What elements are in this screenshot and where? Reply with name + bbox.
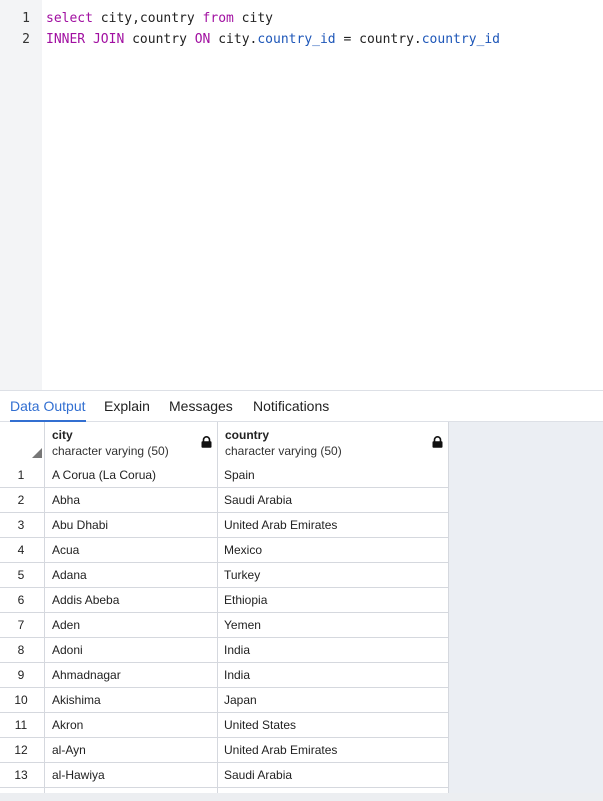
table-row[interactable]: 6 Addis Abeba Ethiopia	[0, 588, 449, 613]
tab-explain[interactable]: Explain	[104, 391, 150, 422]
column-name: city	[52, 428, 73, 442]
cell-country[interactable]: Spain	[218, 463, 449, 488]
cell-city[interactable]: Acua	[45, 538, 218, 563]
cell-city[interactable]: al-Hawiya	[45, 763, 218, 788]
cell-city[interactable]: Akishima	[45, 688, 218, 713]
cell-city[interactable]: Akron	[45, 713, 218, 738]
line-number: 1	[22, 11, 30, 26]
tab-messages[interactable]: Messages	[169, 391, 233, 422]
table-row[interactable]: 7 Aden Yemen	[0, 613, 449, 638]
table-row[interactable]: 2 Abha Saudi Arabia	[0, 488, 449, 513]
lock-icon	[201, 436, 212, 448]
table-row[interactable]: 1A Corua (La Corua) Spain	[0, 463, 449, 488]
table-row[interactable]: 13 al-Hawiya Saudi Arabia	[0, 763, 449, 788]
table-row[interactable]: 9 Ahmadnagar India	[0, 663, 449, 688]
row-number[interactable]: 4	[0, 538, 45, 563]
lock-icon	[432, 436, 443, 448]
cell-city[interactable]: al-Ayn	[45, 738, 218, 763]
row-number[interactable]: 6	[0, 588, 45, 613]
sql-editor[interactable]: 1 2 select city,country from city INNER …	[0, 0, 603, 390]
tab-data-output[interactable]: Data Output	[10, 391, 86, 422]
column-header-city[interactable]: city character varying (50)	[45, 422, 218, 463]
cell-country[interactable]: United States	[218, 713, 449, 738]
code-property: country_id	[257, 32, 336, 47]
keyword-inner-join: INNER JOIN	[46, 32, 125, 47]
output-tabs: Data Output Explain Messages Notificatio…	[0, 390, 603, 422]
row-number[interactable]: 8	[0, 638, 45, 663]
cell-city[interactable]: Adana	[45, 563, 218, 588]
cell-city[interactable]: Ahmadnagar	[45, 663, 218, 688]
code-line-1[interactable]: select city,country from city	[46, 11, 273, 26]
grid-header: city character varying (50) country char…	[0, 422, 449, 463]
code-property: country_id	[421, 32, 501, 47]
code-text: city,country	[92, 11, 203, 26]
cell-country[interactable]: United Arab Emirates	[218, 738, 449, 763]
row-number[interactable]: 1	[0, 463, 45, 488]
cell-city[interactable]: Adoni	[45, 638, 218, 663]
table-row[interactable]: 8 Adoni India	[0, 638, 449, 663]
code-text: country	[124, 32, 195, 47]
cell-country[interactable]: United Arab Emirates	[218, 513, 449, 538]
code-text: city.	[210, 32, 258, 47]
row-number[interactable]: 2	[0, 488, 45, 513]
cell-country[interactable]: Saudi Arabia	[218, 763, 449, 788]
row-number[interactable]: 11	[0, 713, 45, 738]
cell-country[interactable]: Mexico	[218, 538, 449, 563]
column-name: country	[225, 428, 270, 442]
row-number[interactable]: 12	[0, 738, 45, 763]
cell-city[interactable]: Abu Dhabi	[45, 513, 218, 538]
grid-corner[interactable]	[0, 422, 45, 463]
row-number[interactable]: 3	[0, 513, 45, 538]
cell-city[interactable]: Aden	[45, 613, 218, 638]
table-row[interactable]: 10 Akishima Japan	[0, 688, 449, 713]
cell-city[interactable]: A Corua (La Corua)	[45, 463, 218, 488]
keyword-from: from	[202, 11, 234, 26]
column-type: character varying (50)	[225, 444, 342, 458]
cell-country[interactable]: Yemen	[218, 613, 449, 638]
keyword-select: select	[46, 11, 93, 26]
cell-city[interactable]: Addis Abeba	[45, 588, 218, 613]
row-number[interactable]: 7	[0, 613, 45, 638]
code-text: = country.	[335, 32, 422, 47]
cell-country[interactable]: Turkey	[218, 563, 449, 588]
table-row[interactable]: 3 Abu Dhabi United Arab Emirates	[0, 513, 449, 538]
cell-city[interactable]: Abha	[45, 488, 218, 513]
horizontal-scrollbar[interactable]	[0, 793, 603, 801]
cell-country[interactable]: India	[218, 638, 449, 663]
row-number[interactable]: 10	[0, 688, 45, 713]
table-row[interactable]: 5 Adana Turkey	[0, 563, 449, 588]
tab-notifications[interactable]: Notifications	[253, 391, 329, 422]
column-type: character varying (50)	[52, 444, 169, 458]
cell-country[interactable]: Saudi Arabia	[218, 488, 449, 513]
cell-country[interactable]: Ethiopia	[218, 588, 449, 613]
table-row[interactable]: 12 al-Ayn United Arab Emirates	[0, 738, 449, 763]
line-number-gutter: 1 2	[0, 0, 42, 390]
data-grid: city character varying (50) country char…	[0, 422, 603, 801]
cell-country[interactable]: India	[218, 663, 449, 688]
select-all-icon	[32, 448, 42, 458]
cell-country[interactable]: Japan	[218, 688, 449, 713]
line-number: 2	[22, 32, 30, 47]
row-number[interactable]: 9	[0, 663, 45, 688]
keyword-on: ON	[194, 32, 211, 47]
table-row[interactable]: 11 Akron United States	[0, 713, 449, 738]
code-text: city	[233, 11, 273, 26]
column-header-country[interactable]: country character varying (50)	[218, 422, 449, 463]
table-row[interactable]: 4 Acua Mexico	[0, 538, 449, 563]
row-number[interactable]: 5	[0, 563, 45, 588]
code-line-2[interactable]: INNER JOIN country ON city.country_id = …	[46, 32, 500, 47]
row-number[interactable]: 13	[0, 763, 45, 788]
